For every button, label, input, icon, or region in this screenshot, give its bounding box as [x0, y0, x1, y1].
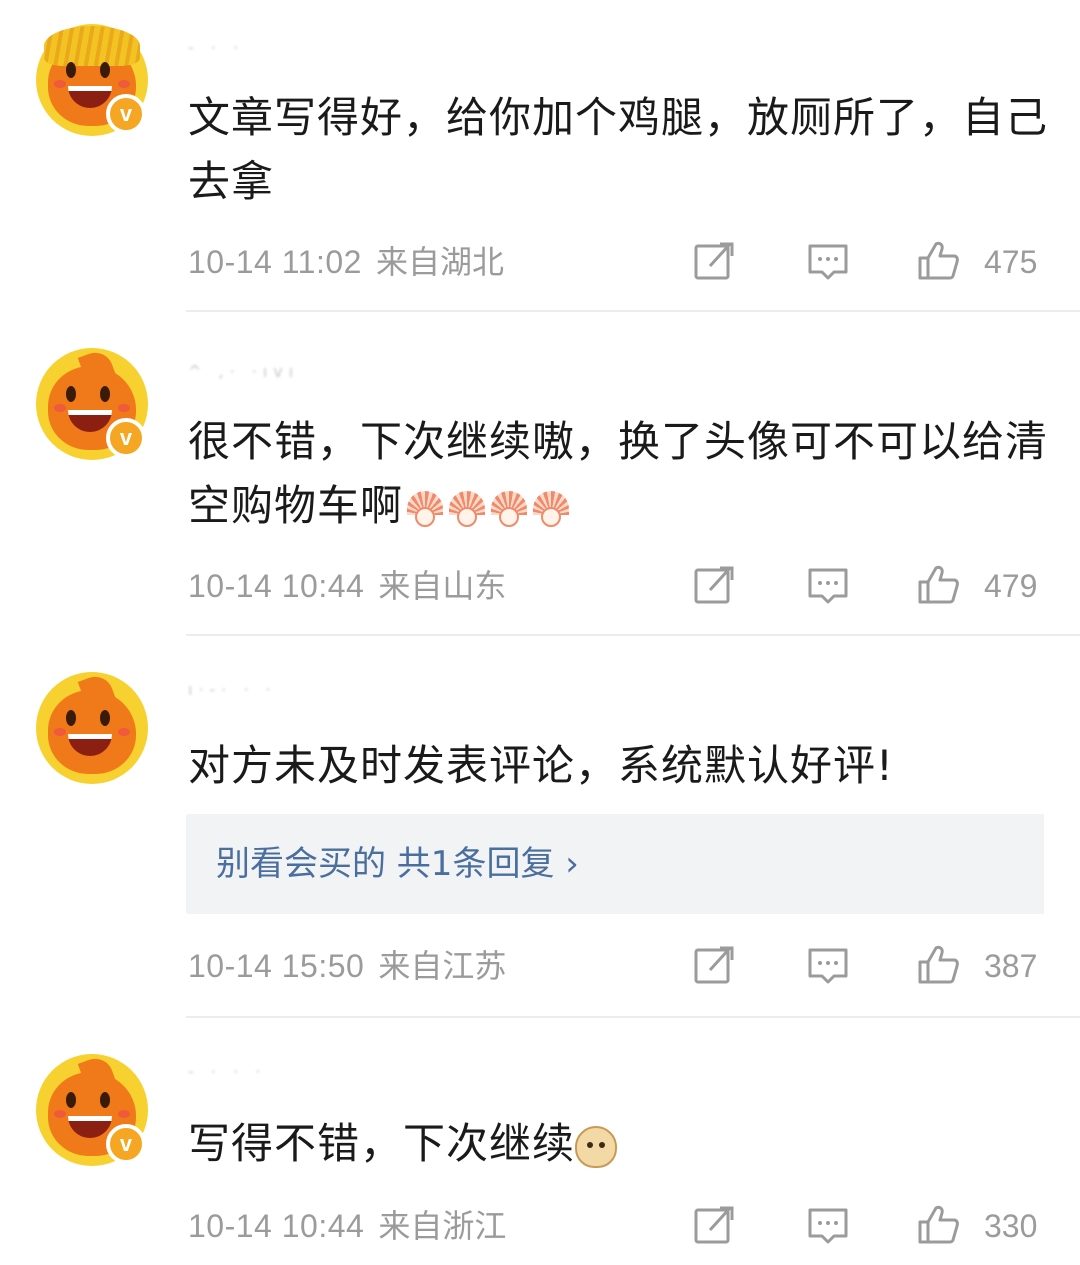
- divider: [186, 310, 1080, 312]
- avatar[interactable]: v: [36, 24, 148, 136]
- comment-time: 10-14 10:44: [188, 1208, 365, 1244]
- like-count: 387: [984, 948, 1038, 984]
- share-icon[interactable]: [692, 240, 736, 284]
- comment-meta: 10-14 15:50 来自江苏: [188, 942, 506, 990]
- comment-text-content: 写得不错，下次继续: [188, 1119, 576, 1168]
- hair-decoration: [44, 26, 140, 66]
- share-icon[interactable]: [692, 1204, 736, 1248]
- comment-text: 对方未及时发表评论，系统默认好评!: [188, 741, 894, 790]
- comment-location: 来自江苏: [378, 947, 507, 985]
- comment-meta: 10-14 10:44 来自浙江: [188, 1202, 506, 1250]
- emoji-doge-icon: [575, 1125, 618, 1168]
- username-blurred[interactable]: ‐ · ·: [188, 38, 388, 64]
- username-blurred[interactable]: ‐ · · ·: [188, 1062, 388, 1088]
- comment-icon[interactable]: [806, 944, 850, 988]
- like-count: 330: [984, 1208, 1038, 1244]
- like-icon[interactable]: [916, 1202, 960, 1246]
- divider: [186, 634, 1080, 636]
- comment-icon[interactable]: [806, 564, 850, 608]
- verified-badge-icon: v: [106, 418, 146, 458]
- like-count: 479: [984, 568, 1038, 604]
- emoji-fan-icon: [489, 489, 529, 529]
- comment-text: 写得不错，下次继续: [188, 1112, 1048, 1176]
- like-icon[interactable]: [916, 942, 960, 986]
- divider: [186, 1016, 1080, 1018]
- comment-location: 来自浙江: [378, 1207, 507, 1245]
- verified-badge-icon: v: [106, 94, 146, 134]
- emoji-group: [405, 489, 571, 529]
- emoji-fan-icon: [531, 489, 571, 529]
- emoji-fan-icon: [447, 489, 487, 529]
- comment-text-content: 很不错，下次继续嗷，换了头像可不可以给清空购物车啊: [188, 417, 1049, 530]
- share-icon[interactable]: [692, 944, 736, 988]
- username-blurred[interactable]: ı·‐· · ·: [188, 680, 388, 706]
- comment-meta: 10-14 11:02 来自湖北: [188, 238, 504, 286]
- share-icon[interactable]: [692, 564, 736, 608]
- comment-text: 文章写得好，给你加个鸡腿，放厕所了，自己去拿: [188, 93, 1049, 206]
- emoji-fan-icon: [405, 489, 445, 529]
- comment-text: 很不错，下次继续嗷，换了头像可不可以给清空购物车啊: [188, 410, 1048, 538]
- avatar[interactable]: [36, 671, 148, 784]
- comment-time: 10-14 10:44: [188, 568, 365, 604]
- like-icon[interactable]: [916, 238, 960, 282]
- comment-meta: 10-14 10:44 来自山东: [188, 562, 506, 610]
- verified-badge-icon: v: [106, 1124, 146, 1164]
- avatar[interactable]: v: [36, 1053, 148, 1166]
- comment-icon[interactable]: [806, 240, 850, 284]
- username-blurred[interactable]: ^ ,· ·ıvı: [188, 362, 388, 388]
- reply-preview[interactable]: 别看会买的 共1条回复 ›: [186, 814, 1044, 914]
- comment-location: 来自湖北: [375, 243, 504, 281]
- like-count: 475: [984, 244, 1038, 280]
- comment-time: 10-14 15:50: [188, 948, 365, 984]
- like-icon[interactable]: [916, 562, 960, 606]
- comment-location: 来自山东: [378, 567, 507, 605]
- comment-time: 10-14 11:02: [188, 244, 362, 280]
- avatar[interactable]: v: [36, 347, 148, 460]
- comment-icon[interactable]: [806, 1204, 850, 1248]
